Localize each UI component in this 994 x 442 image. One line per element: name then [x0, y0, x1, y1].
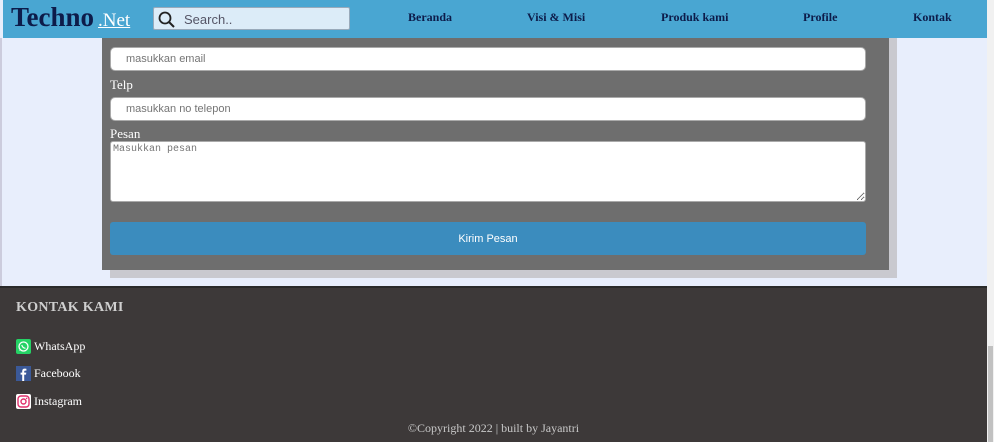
whatsapp-link[interactable]: WhatsApp — [16, 339, 85, 354]
brand-name: Techno — [11, 2, 95, 32]
scrollbar-thumb[interactable] — [988, 346, 993, 442]
send-message-button[interactable]: Kirim Pesan — [110, 222, 866, 255]
facebook-label: Facebook — [34, 366, 81, 380]
email-field[interactable] — [110, 47, 866, 71]
pesan-label: Pesan — [110, 126, 141, 141]
telp-label: Telp — [110, 77, 133, 92]
page-scrollbar[interactable] — [987, 0, 994, 442]
copyright-text: ©Copyright 2022 | built by Jayantri — [407, 421, 580, 435]
nav-beranda[interactable]: Beranda — [408, 10, 452, 25]
instagram-label: Instagram — [34, 394, 82, 408]
facebook-link[interactable]: Facebook — [16, 366, 81, 381]
whatsapp-label: WhatsApp — [34, 339, 86, 353]
nav-profile[interactable]: Profile — [803, 10, 837, 25]
search-icon[interactable] — [158, 11, 176, 29]
instagram-icon — [16, 394, 31, 409]
instagram-link[interactable]: Instagram — [16, 394, 82, 409]
nav-visi-misi[interactable]: Visi & Misi — [527, 10, 585, 25]
top-navbar: Techno.Net Beranda Visi & Misi Produk ka… — [3, 0, 987, 38]
message-field[interactable] — [110, 141, 866, 202]
search-box — [153, 7, 350, 30]
contact-form: Telp Pesan Kirim Pesan — [102, 38, 889, 270]
nav-kontak[interactable]: Kontak — [913, 10, 952, 25]
brand-logo[interactable]: Techno .Net — [11, 2, 130, 33]
footer-title: KONTAK KAMI — [16, 300, 124, 315]
whatsapp-icon — [16, 339, 31, 354]
search-input[interactable] — [184, 10, 344, 28]
contact-section: Telp Pesan Kirim Pesan — [0, 38, 987, 286]
facebook-icon — [16, 366, 31, 381]
footer: KONTAK KAMI WhatsApp Facebook Instagram … — [0, 286, 987, 442]
nav-produk-kami[interactable]: Produk kami — [661, 10, 728, 25]
brand-suffix-link[interactable]: .Net — [98, 10, 130, 31]
phone-field[interactable] — [110, 97, 866, 121]
